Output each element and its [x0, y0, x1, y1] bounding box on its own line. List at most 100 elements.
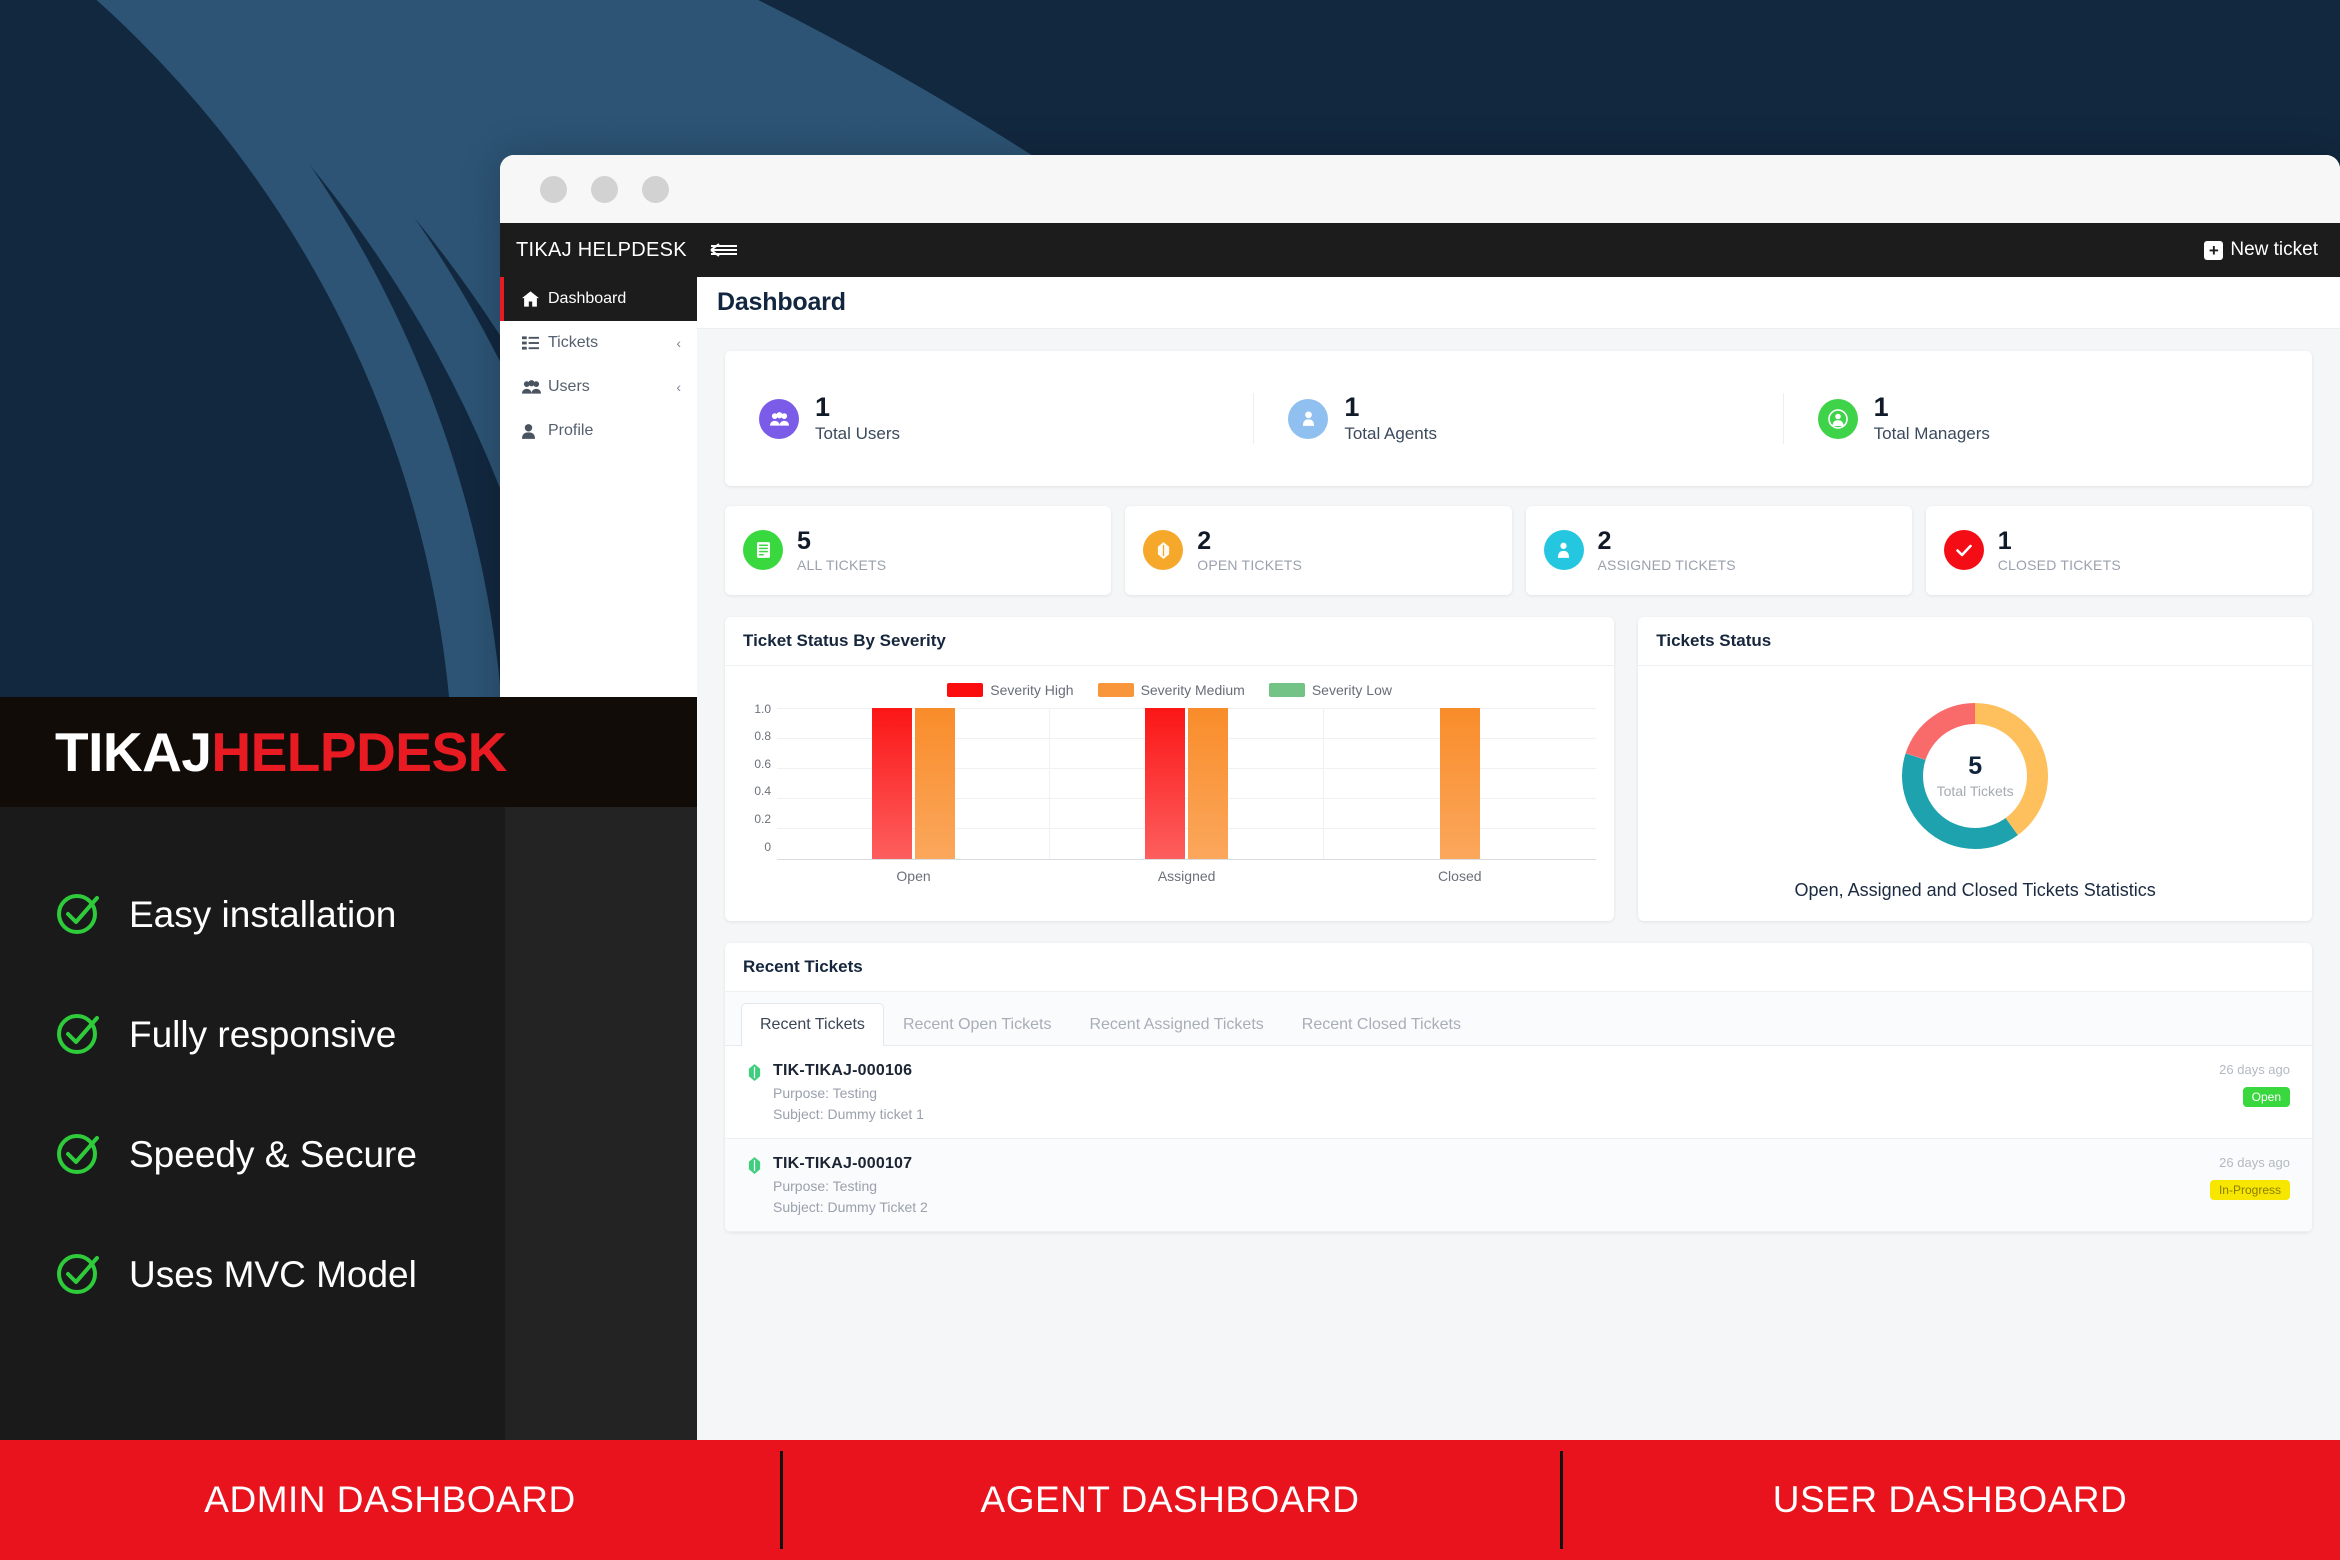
donut-total-label: Total Tickets [1936, 783, 2014, 800]
server-icon [743, 530, 783, 571]
table-row[interactable]: TIK-TIKAJ-000107 Purpose: Testing Subjec… [725, 1138, 2312, 1232]
list-icon [522, 336, 548, 350]
x-tick: Open [896, 867, 931, 884]
feature-label: Fully responsive [129, 1014, 397, 1055]
tab-recent-assigned-tickets[interactable]: Recent Assigned Tickets [1070, 1003, 1282, 1046]
stat-label: ASSIGNED TICKETS [1597, 556, 1736, 573]
x-tick: Assigned [1157, 867, 1216, 884]
new-ticket-button[interactable]: + New ticket [2204, 239, 2318, 261]
y-tick: 0 [764, 839, 771, 854]
donut-ring: 5 Total Tickets [1901, 702, 2049, 850]
bar-open-medium [914, 707, 955, 859]
y-tick: 0.4 [754, 784, 771, 799]
stat-value: 2 [1597, 527, 1612, 556]
sidebar-item-label: Users [548, 378, 590, 395]
card-title: Tickets Status [1638, 617, 2312, 666]
stat-label: Total Agents [1344, 424, 1437, 444]
agent-icon [1288, 398, 1329, 439]
tab-recent-closed-tickets[interactable]: Recent Closed Tickets [1283, 1003, 1480, 1046]
check-circle-icon [55, 1249, 103, 1302]
y-tick: 1.0 [754, 701, 771, 716]
legend-label: Severity Low [1311, 681, 1392, 698]
window-maximize-dot[interactable] [642, 175, 669, 203]
ticket-purpose: Purpose: Testing [773, 1084, 878, 1101]
ticket-time: 26 days ago [2219, 1154, 2290, 1170]
stat-value: 2 [1197, 527, 1212, 556]
bar-chart: Severity High Severity Medium Severity L… [725, 666, 1614, 896]
stat-value: 1 [815, 392, 831, 422]
ticket-stats-row: 5 ALL TICKETS 2 OPEN TICKETS 2 ASSIGNED … [725, 506, 2312, 595]
sidebar-item-label: Dashboard [548, 290, 627, 307]
sidebar-item-profile[interactable]: Profile [500, 409, 697, 453]
card-title: Ticket Status By Severity [725, 617, 1615, 666]
tab-recent-open-tickets[interactable]: Recent Open Tickets [884, 1003, 1071, 1046]
stat-total-managers: 1 Total Managers [1782, 393, 2312, 445]
feature-label: Uses MVC Model [129, 1254, 417, 1295]
collapse-menu-icon[interactable] [709, 242, 739, 258]
bar-group-assigned [1049, 707, 1322, 859]
legend-label: Severity High [990, 681, 1074, 698]
page-title: Dashboard [717, 288, 846, 316]
ticket-icon [747, 1062, 773, 1122]
charts-row: Ticket Status By Severity Severity High … [725, 616, 2312, 921]
sidebar-item-tickets[interactable]: Tickets ‹ [500, 321, 697, 365]
browser-titlebar [500, 155, 2340, 223]
stat-label: Total Users [815, 424, 901, 444]
stat-label: ALL TICKETS [797, 556, 887, 573]
sidebar-item-label: Tickets [548, 334, 599, 351]
check-circle-icon [55, 889, 103, 942]
status-badge: In-Progress [2209, 1179, 2290, 1200]
tickets-status-chart-card: Tickets Status 5 Total Tickets Open, Ass… [1638, 616, 2312, 921]
legend-item-severity-high[interactable]: Severity High [947, 681, 1074, 698]
table-row[interactable]: TIK-TIKAJ-000106 Purpose: Testing Subjec… [725, 1046, 2312, 1139]
stat-all-tickets: 5 ALL TICKETS [725, 506, 1112, 595]
stat-value: 1 [1997, 527, 2012, 556]
y-axis: 1.0 0.8 0.6 0.4 0.2 0 [743, 702, 777, 854]
y-tick: 0.2 [754, 811, 771, 826]
stat-assigned-tickets: 2 ASSIGNED TICKETS [1525, 506, 1912, 595]
bar-assigned-medium [1188, 707, 1229, 859]
stat-label: OPEN TICKETS [1197, 556, 1303, 573]
legend-item-severity-medium[interactable]: Severity Medium [1097, 682, 1245, 698]
tab-recent-tickets[interactable]: Recent Tickets [741, 1002, 884, 1046]
ticket-subject: Subject: Dummy ticket 1 [773, 1105, 924, 1122]
stat-label: CLOSED TICKETS [1997, 556, 2121, 573]
ticket-severity-chart-card: Ticket Status By Severity Severity High … [725, 616, 1615, 921]
card-title: Recent Tickets [725, 943, 2312, 992]
banner-agent-dashboard: AGENT DASHBOARD [780, 1451, 1560, 1549]
sidebar-item-users[interactable]: Users ‹ [500, 365, 697, 409]
legend-item-severity-low[interactable]: Severity Low [1268, 681, 1392, 698]
stat-total-agents: 1 Total Agents [1253, 392, 1782, 445]
stat-label: Total Managers [1873, 424, 1990, 444]
page-header: Dashboard [697, 277, 2340, 329]
ticket-purpose: Purpose: Testing [773, 1177, 878, 1194]
person-icon [522, 423, 548, 439]
bottom-banner: ADMIN DASHBOARD AGENT DASHBOARD USER DAS… [0, 1440, 2340, 1560]
promo-title-banner: TIKAJ HELPDESK [0, 697, 697, 807]
feature-label: Speedy & Secure [129, 1134, 417, 1175]
window-close-dot[interactable] [540, 175, 567, 203]
check-icon [1943, 530, 1984, 571]
banner-user-dashboard: USER DASHBOARD [1560, 1451, 2340, 1549]
check-circle-icon [55, 1129, 103, 1182]
sidebar-item-dashboard[interactable]: Dashboard [500, 277, 697, 321]
brand-group: TIKAJ HELPDESK [516, 239, 739, 262]
x-axis: Open Assigned Closed [743, 868, 1596, 884]
people-stats-card: 1 Total Users 1 Total Agents 1 Total Man… [725, 351, 2312, 487]
stat-closed-tickets: 1 CLOSED TICKETS [1925, 506, 2312, 595]
feature-item: Speedy & Secure [55, 1095, 697, 1215]
chevron-left-icon: ‹ [676, 335, 681, 351]
chevron-left-icon: ‹ [676, 379, 681, 395]
app-body: Dashboard Tickets ‹ Users ‹ Profile Dash… [500, 277, 2340, 1440]
manager-icon [1817, 398, 1858, 439]
sidebar-item-label: Profile [548, 422, 594, 439]
donut-total-value: 5 [1968, 752, 1983, 781]
bar-closed-medium [1440, 707, 1481, 859]
window-minimize-dot[interactable] [591, 175, 618, 203]
ticket-id: TIK-TIKAJ-000106 [773, 1061, 913, 1079]
plus-square-icon: + [2204, 240, 2224, 260]
stat-value: 1 [1344, 392, 1360, 422]
status-badge: Open [2242, 1086, 2290, 1107]
app-brand-title: TIKAJ HELPDESK [516, 238, 687, 261]
feature-item: Easy installation [55, 855, 697, 975]
